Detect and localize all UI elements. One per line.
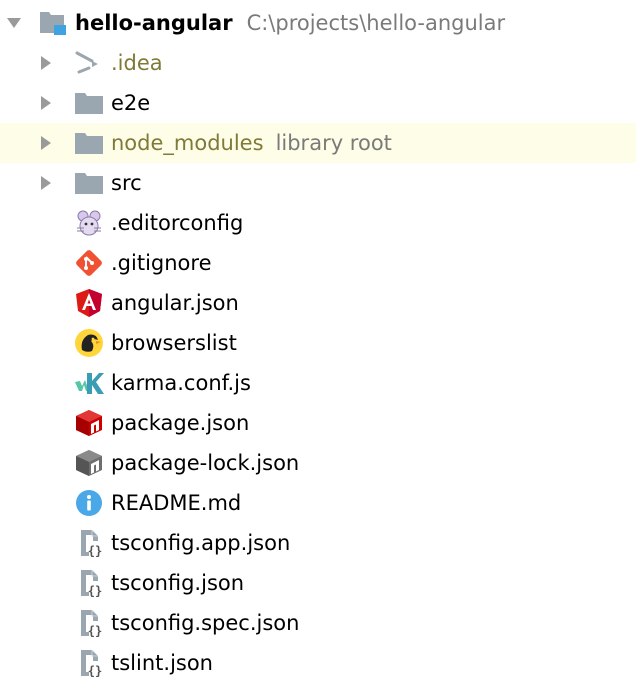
tree-row-file[interactable]: browserslist (0, 323, 636, 363)
folder-icon (74, 128, 104, 158)
folder-label-node-modules: node_modules library root (111, 123, 392, 163)
svg-text:{}: {} (88, 584, 102, 598)
info-icon (74, 488, 104, 518)
svg-text:{}: {} (88, 624, 102, 638)
project-path: C:\projects\hello-angular (246, 11, 506, 35)
tree-row-root[interactable]: hello-angular C:\projects\hello-angular (0, 3, 636, 43)
tree-row-file[interactable]: package-lock.json (0, 443, 636, 483)
tree-row-file[interactable]: {} tsconfig.app.json (0, 523, 636, 563)
file-label: tsconfig.spec.json (111, 611, 300, 635)
svg-text:{}: {} (88, 544, 102, 558)
tree-row-file[interactable]: karma.conf.js (0, 363, 636, 403)
file-label: .gitignore (111, 251, 212, 275)
file-label: tsconfig.app.json (111, 531, 291, 555)
project-name: hello-angular C:\projects\hello-angular (75, 3, 505, 43)
tree-row-file[interactable]: .gitignore (0, 243, 636, 283)
svg-text:{}: {} (88, 664, 102, 678)
angular-icon (74, 288, 104, 318)
project-folder-icon (38, 8, 68, 38)
json-file-icon: {} (74, 608, 104, 638)
tree-row-e2e[interactable]: e2e (0, 83, 636, 123)
browserslist-icon (74, 328, 104, 358)
git-icon (74, 248, 104, 278)
folder-icon (74, 88, 104, 118)
library-root-hint: library root (275, 131, 392, 155)
chevron-down-icon[interactable] (6, 15, 22, 31)
tree-row-idea[interactable]: .idea (0, 43, 636, 83)
chevron-right-icon[interactable] (38, 175, 54, 191)
file-label: tslint.json (111, 651, 213, 675)
tree-row-src[interactable]: src (0, 163, 636, 203)
file-label: README.md (111, 491, 242, 515)
project-name-text: hello-angular (75, 11, 233, 35)
npm-lock-icon (74, 448, 104, 478)
tree-row-file[interactable]: {} tsconfig.json (0, 563, 636, 603)
karma-icon (74, 368, 104, 398)
editorconfig-icon (74, 208, 104, 238)
tree-row-file[interactable]: package.json (0, 403, 636, 443)
tree-row-file[interactable]: .editorconfig (0, 203, 636, 243)
chevron-right-icon[interactable] (38, 55, 54, 71)
tree-row-file[interactable]: {} tslint.json (0, 643, 636, 683)
file-label: karma.conf.js (111, 371, 251, 395)
file-label: angular.json (111, 291, 239, 315)
idea-icon (74, 48, 104, 78)
file-label: browserslist (111, 331, 237, 355)
json-file-icon: {} (74, 568, 104, 598)
json-file-icon: {} (74, 648, 104, 678)
folder-label: .idea (111, 51, 163, 75)
file-label: .editorconfig (111, 211, 244, 235)
file-label: tsconfig.json (111, 571, 245, 595)
project-tree: hello-angular C:\projects\hello-angular .… (0, 0, 636, 684)
tree-row-node-modules[interactable]: node_modules library root (0, 123, 636, 163)
folder-label: src (111, 171, 142, 195)
folder-label: node_modules (111, 131, 264, 155)
npm-icon (74, 408, 104, 438)
json-file-icon: {} (74, 528, 104, 558)
chevron-right-icon[interactable] (38, 95, 54, 111)
tree-row-file[interactable]: angular.json (0, 283, 636, 323)
tree-row-file[interactable]: README.md (0, 483, 636, 523)
file-label: package.json (111, 411, 250, 435)
file-label: package-lock.json (111, 451, 300, 475)
folder-label: e2e (111, 91, 151, 115)
folder-icon (74, 168, 104, 198)
chevron-right-icon[interactable] (38, 135, 54, 151)
tree-row-file[interactable]: {} tsconfig.spec.json (0, 603, 636, 643)
